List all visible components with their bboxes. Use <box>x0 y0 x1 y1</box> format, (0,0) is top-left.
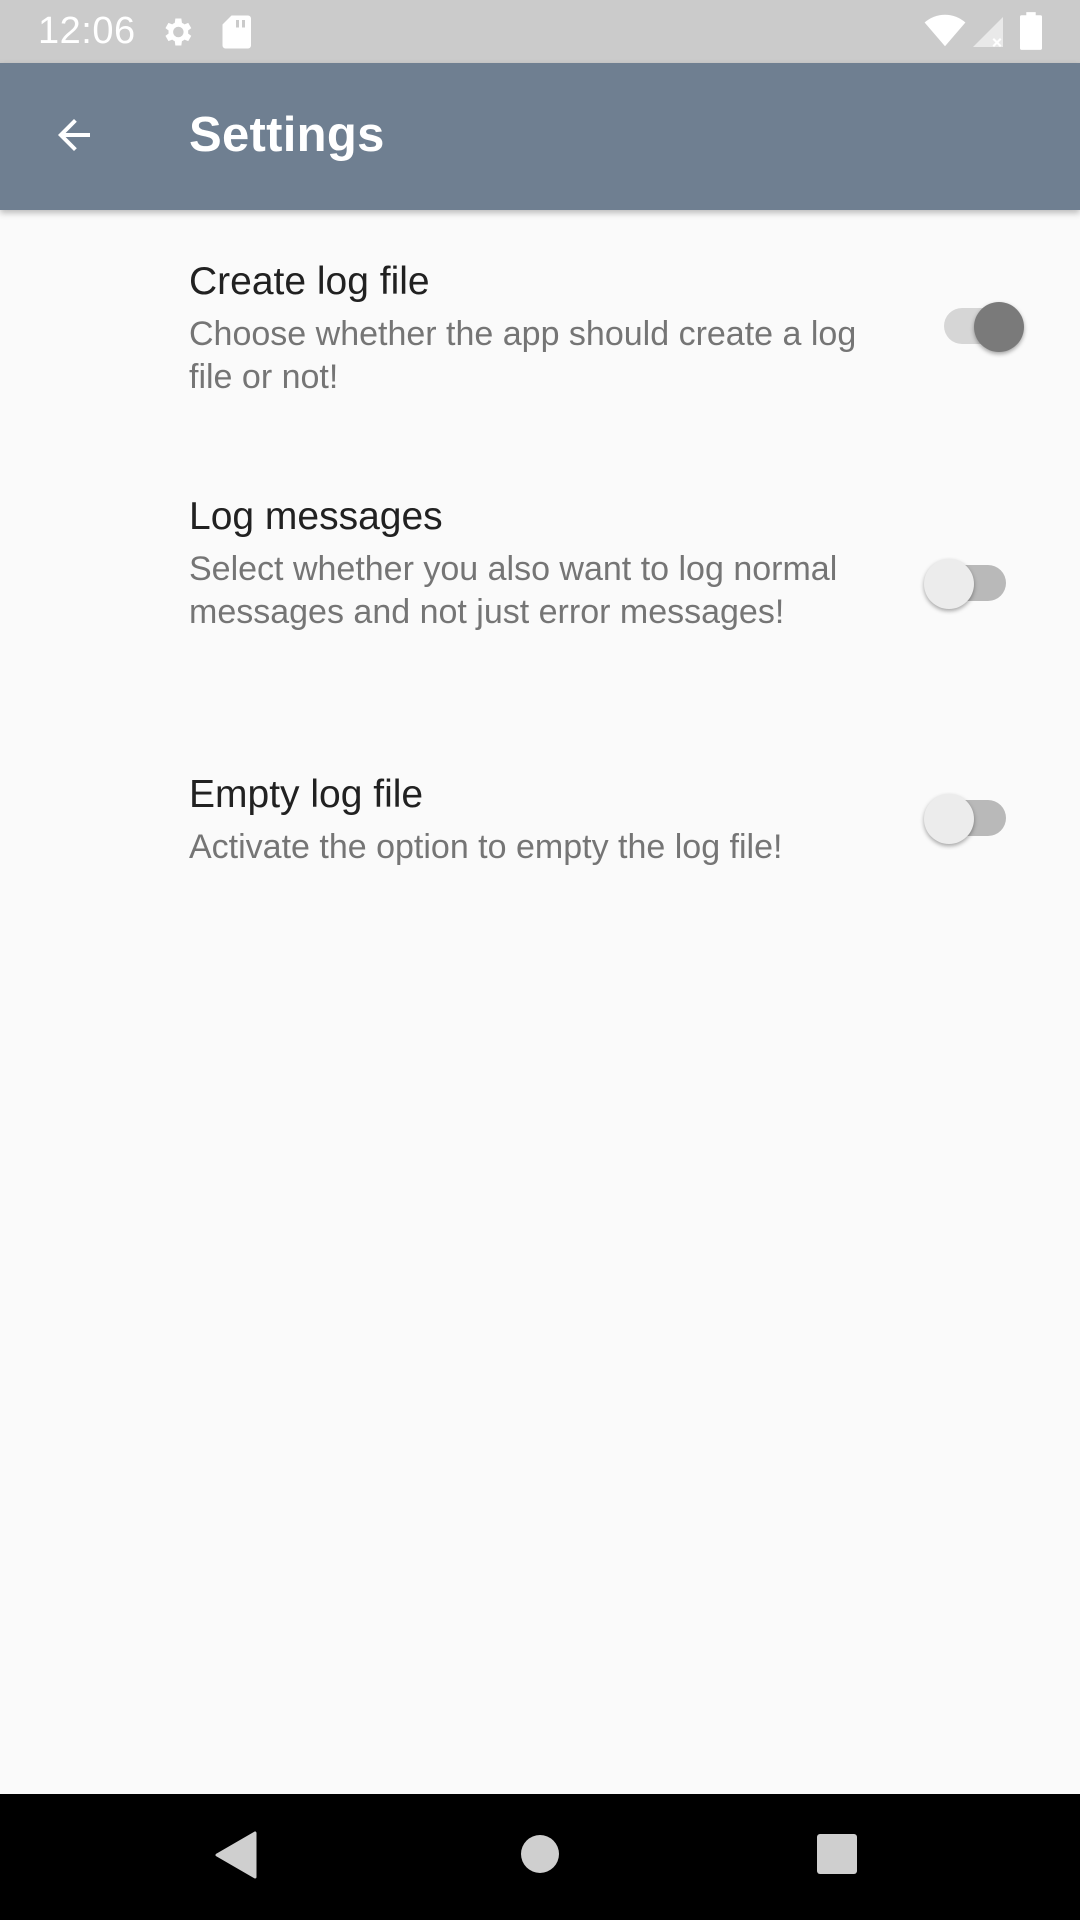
wifi-icon <box>924 14 966 53</box>
status-bar: 12:06 <box>0 0 1080 63</box>
gear-icon <box>159 14 195 55</box>
pref-empty-log-file[interactable]: Empty log file Activate the option to em… <box>0 723 1080 903</box>
status-time: 12:06 <box>38 10 136 52</box>
pref-summary: Activate the option to empty the log fil… <box>189 828 783 866</box>
app-bar: Settings <box>0 63 1080 210</box>
pref-title: Empty log file <box>189 773 424 816</box>
signal-icon <box>970 14 1006 55</box>
switch-thumb <box>924 794 974 844</box>
sd-card-icon <box>221 14 251 55</box>
navigation-bar <box>0 1794 1080 1920</box>
pref-title: Create log file <box>189 260 430 303</box>
switch-thumb <box>924 559 974 609</box>
home-circle-icon[interactable] <box>520 1834 560 1879</box>
back-button[interactable] <box>30 101 118 173</box>
pref-create-log-file[interactable]: Create log file Choose whether the app s… <box>0 210 1080 420</box>
switch-thumb <box>974 302 1024 352</box>
pref-summary: Select whether you also want to log norm… <box>189 550 838 631</box>
pref-title: Log messages <box>189 495 443 538</box>
battery-icon <box>1020 12 1042 55</box>
pref-summary: Choose whether the app should create a l… <box>189 315 857 396</box>
back-triangle-icon[interactable] <box>215 1831 257 1884</box>
recents-square-icon[interactable] <box>817 1834 857 1879</box>
page-title: Settings <box>189 108 385 162</box>
arrow-back-icon <box>50 111 98 164</box>
pref-log-messages[interactable]: Log messages Select whether you also wan… <box>0 445 1080 700</box>
